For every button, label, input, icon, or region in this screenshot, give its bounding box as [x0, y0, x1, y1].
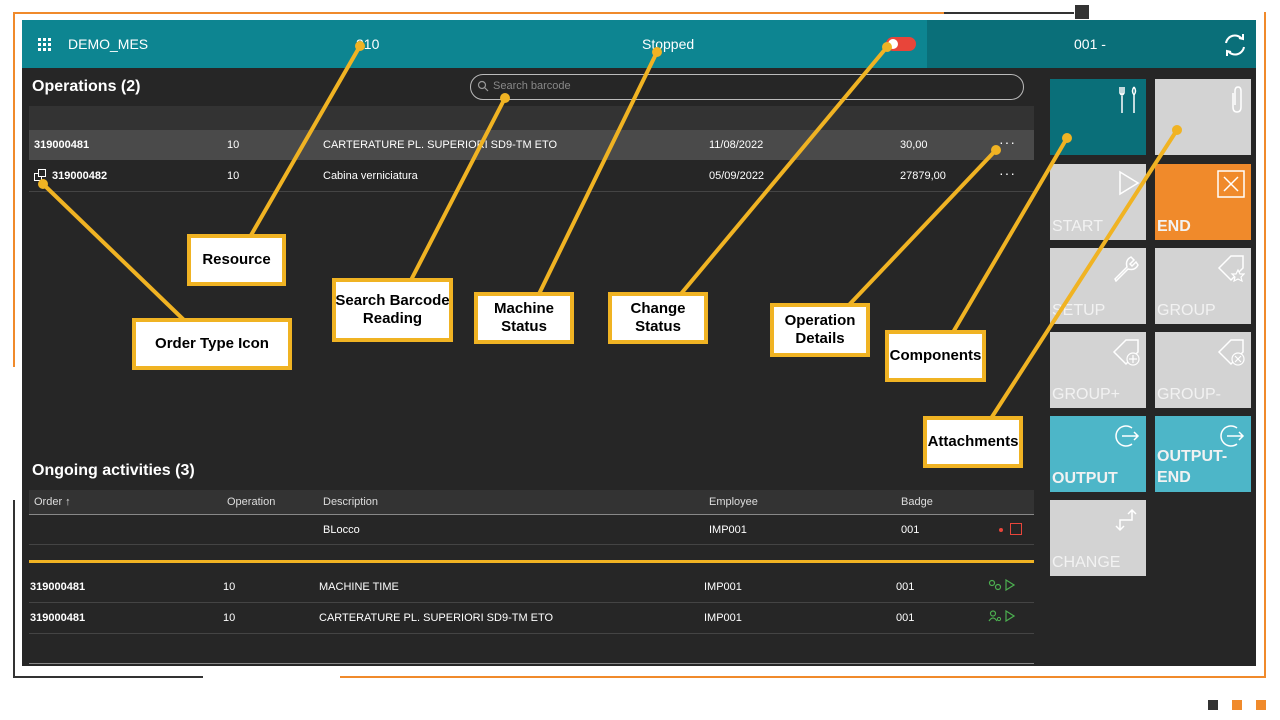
callout-resource: Resource — [187, 234, 286, 286]
callout-components: Components — [885, 330, 986, 382]
callout-search-barcode: Search Barcode Reading — [332, 278, 453, 342]
callout-operation-details: Operation Details — [770, 303, 870, 357]
callout-attachments: Attachments — [923, 416, 1023, 468]
callout-machine-status: Machine Status — [474, 292, 574, 344]
callout-order-type-icon: Order Type Icon — [132, 318, 292, 370]
callout-change-status: Change Status — [608, 292, 708, 344]
